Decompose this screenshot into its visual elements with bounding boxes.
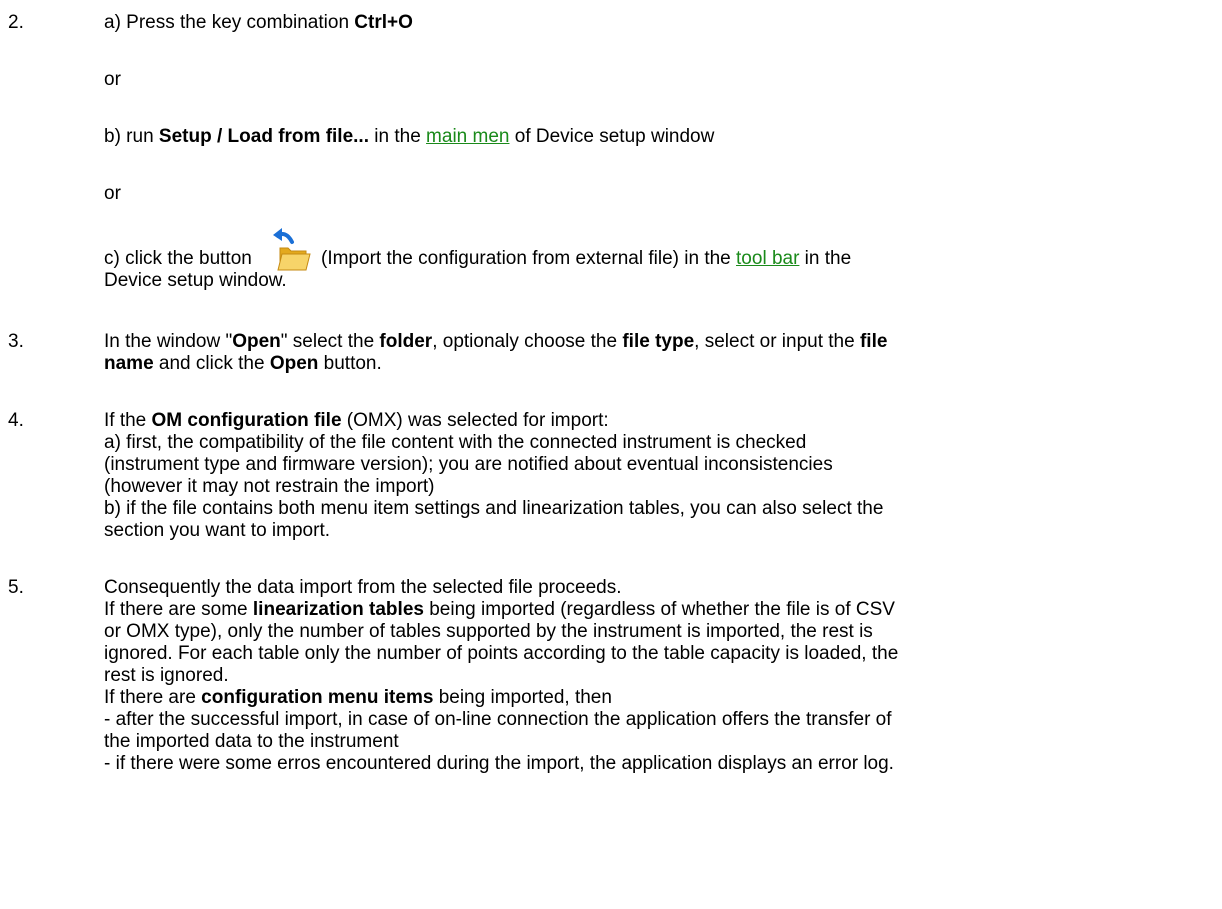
step-5-text: Consequently the data import from the se… <box>104 577 899 774</box>
step-number: 3. <box>8 331 24 352</box>
tool-bar-link[interactable]: tool bar <box>736 248 799 269</box>
step-2-option-c: c) click the button (Import the configur… <box>104 226 851 292</box>
step-number: 2. <box>8 12 24 33</box>
menu-command: Setup / Load from file... <box>158 126 369 147</box>
step-number: 5. <box>8 577 24 598</box>
key-combination: Ctrl+O <box>354 12 413 33</box>
or-label: or <box>104 69 121 90</box>
main-menu-link[interactable]: main men <box>426 126 509 147</box>
or-label: or <box>104 183 121 204</box>
step-number: 4. <box>8 410 24 431</box>
import-folder-icon <box>272 226 312 274</box>
step-2-option-b: b) run Setup / Load from file... in the … <box>104 126 715 147</box>
step-3-text: In the window "Open" select the folder, … <box>104 331 888 374</box>
step-2-option-a: a) Press the key combination Ctrl+O <box>104 12 413 33</box>
step-4-text: If the OM configuration file (OMX) was s… <box>104 410 884 541</box>
